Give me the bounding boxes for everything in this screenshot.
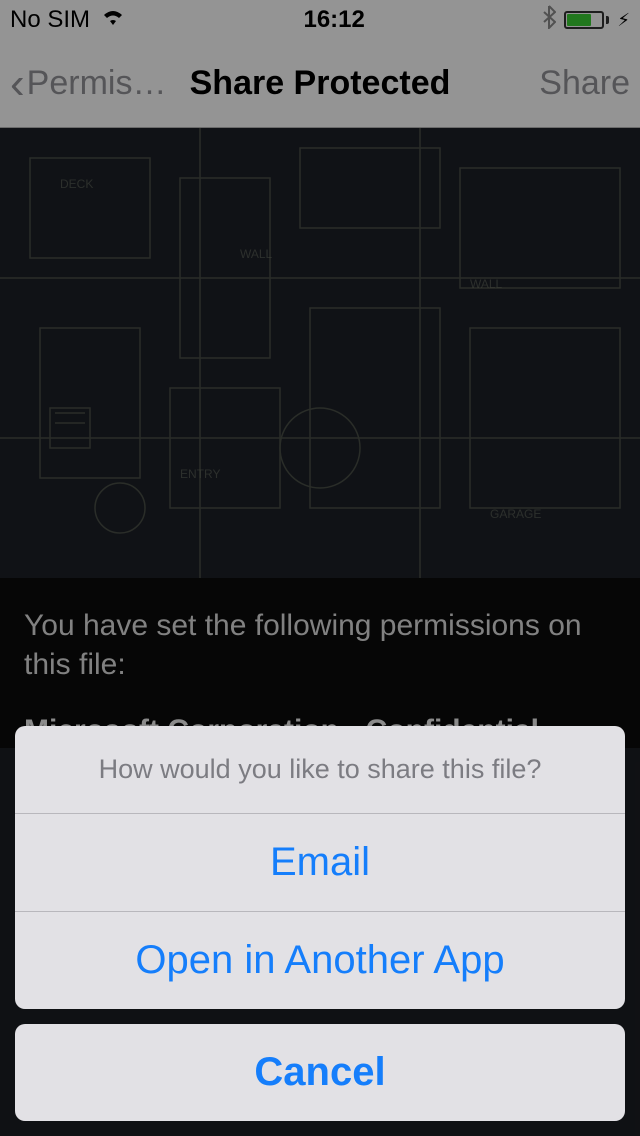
svg-text:ENTRY: ENTRY (180, 467, 220, 481)
nav-bar: ‹ Permis… Share Protected Share (0, 40, 640, 128)
share-button[interactable]: Share (539, 64, 630, 103)
bluetooth-icon (542, 5, 556, 36)
status-right: ⚡︎ (542, 5, 630, 36)
status-left: No SIM (10, 6, 126, 34)
clock: 16:12 (303, 6, 364, 34)
battery-icon (564, 11, 609, 29)
open-another-app-option[interactable]: Open in Another App (15, 912, 625, 1009)
action-sheet-group: How would you like to share this file? E… (15, 726, 625, 1009)
charging-icon: ⚡︎ (617, 10, 630, 31)
svg-text:WALL: WALL (240, 247, 273, 261)
email-option[interactable]: Email (15, 814, 625, 912)
wifi-icon (100, 6, 126, 34)
permissions-intro: You have set the following permissions o… (24, 606, 616, 684)
action-sheet-title: How would you like to share this file? (15, 726, 625, 814)
page-title: Share Protected (190, 64, 451, 103)
permissions-panel: You have set the following permissions o… (0, 578, 640, 748)
svg-text:GARAGE: GARAGE (490, 507, 541, 521)
svg-text:DECK: DECK (60, 177, 93, 191)
chevron-left-icon: ‹ (10, 62, 25, 106)
carrier-text: No SIM (10, 6, 90, 34)
cancel-button[interactable]: Cancel (15, 1024, 625, 1121)
svg-text:WALL: WALL (470, 277, 503, 291)
status-bar: No SIM 16:12 ⚡︎ (0, 0, 640, 40)
back-label: Permis… (27, 64, 167, 103)
action-sheet: How would you like to share this file? E… (15, 726, 625, 1121)
back-button[interactable]: ‹ Permis… (10, 62, 166, 106)
document-preview: WALL WALL ENTRY GARAGE DECK (0, 128, 640, 578)
